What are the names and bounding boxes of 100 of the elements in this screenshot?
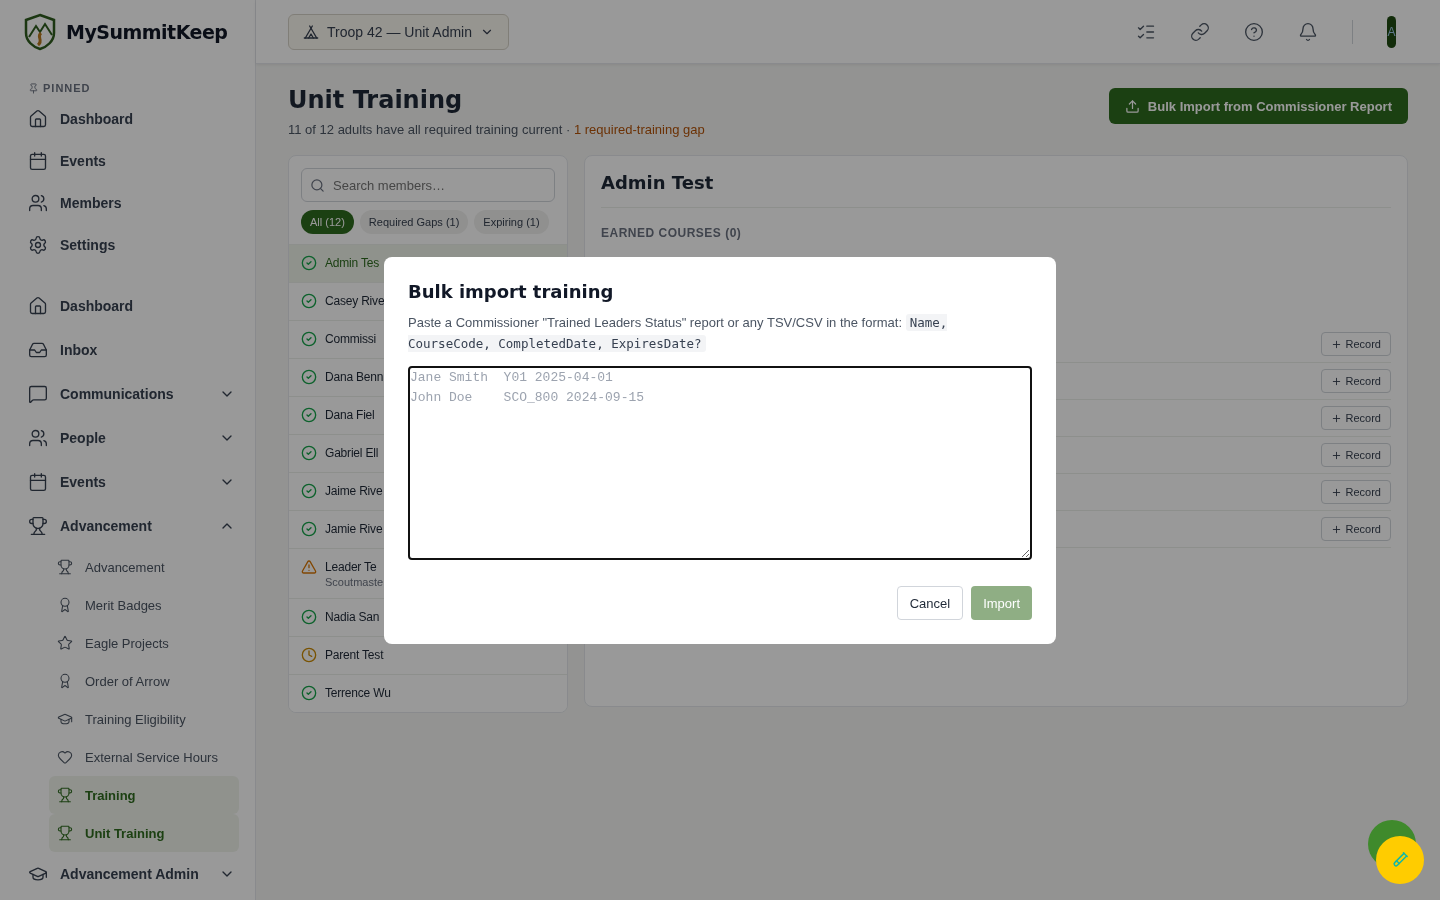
nav-item[interactable]: People (24, 416, 239, 460)
people-icon (28, 428, 48, 448)
trophy-icon (28, 516, 48, 536)
nav-subitem[interactable]: Training (49, 776, 239, 814)
people-icon (28, 193, 48, 213)
plus-icon (1330, 486, 1342, 498)
member-role: Scoutmaste (325, 576, 384, 588)
section-label: PINNED (43, 82, 91, 94)
check-circle-icon (301, 407, 317, 423)
nav-item[interactable]: Dashboard (24, 98, 239, 140)
record-button[interactable]: Record (1320, 480, 1391, 504)
member-name: Commissi (325, 331, 377, 348)
check-circle-icon (301, 685, 317, 701)
member-name: Nadia San (325, 609, 380, 626)
dialog-title: Bulk import training (408, 281, 615, 302)
bell-icon (1298, 21, 1318, 42)
gap-note: 1 required-training gap (573, 122, 705, 137)
nav-subitem[interactable]: Training Eligibility (49, 700, 239, 738)
member-name: Admin Tes (325, 255, 379, 272)
unit-selector[interactable]: Troop 42 — Unit Admin (288, 13, 509, 50)
bulk-import-button[interactable]: Bulk Import from Commissioner Report (1108, 88, 1408, 124)
nav-subitem[interactable]: Advancement (49, 548, 239, 586)
warning-icon (301, 559, 317, 575)
brand-name: MySummitKeep (66, 21, 228, 43)
plus-icon (1330, 449, 1342, 461)
nav-item[interactable]: Events (24, 460, 239, 504)
member-name: Dana Benn (325, 369, 384, 386)
nav-subitem[interactable]: Order of Arrow (49, 662, 239, 700)
member-name: Leader Te (325, 559, 378, 576)
link-button[interactable] (1190, 21, 1210, 42)
house-icon (28, 296, 48, 316)
section-heading: EARNED COURSES (0) (601, 226, 743, 240)
nav-item[interactable]: Settings (24, 224, 239, 266)
nav-item[interactable]: Inbox (24, 328, 239, 372)
member-title: Admin Test (601, 172, 1391, 208)
floating-button[interactable] (1368, 820, 1424, 884)
check-circle-icon (301, 483, 317, 499)
member-name: Jamie Rive (325, 521, 383, 538)
upload-icon (1124, 98, 1140, 114)
filter-chip[interactable]: All (12) (301, 210, 354, 234)
calendar-icon (28, 472, 48, 492)
help-button[interactable] (1244, 21, 1264, 42)
filter-chip[interactable]: Required Gaps (1) (359, 210, 469, 234)
check-circle-icon (301, 331, 317, 347)
plus-icon (1330, 412, 1342, 424)
nav-item[interactable]: Advancement (24, 504, 239, 548)
check-circle-icon (301, 521, 317, 537)
clock-icon (301, 647, 317, 663)
filter-chip[interactable]: Expiring (1) (474, 210, 549, 234)
graduation-cap-icon (57, 711, 73, 727)
member-name: Terrence Wu (325, 685, 391, 702)
nav-subitem[interactable]: Unit Training (49, 814, 239, 852)
plus-icon (1330, 375, 1342, 387)
page-title: Unit Training (288, 86, 464, 114)
bell-button[interactable] (1298, 21, 1318, 42)
link-icon (1190, 21, 1210, 42)
nav-item[interactable]: Dashboard (24, 284, 239, 328)
tent-icon (303, 23, 319, 40)
nav-subitem[interactable]: Eagle Projects (49, 624, 239, 662)
member-row[interactable]: Terrence Wu (289, 674, 567, 712)
record-button[interactable]: Record (1320, 517, 1391, 541)
pin-icon (28, 82, 39, 94)
record-button[interactable]: Record (1320, 332, 1391, 356)
star-icon (57, 635, 73, 651)
plus-icon (1330, 523, 1342, 535)
cancel-button[interactable]: Cancel (896, 586, 964, 620)
nav-item[interactable]: Communications (24, 372, 239, 416)
member-name: Dana Fiel (325, 407, 375, 424)
settings-icon (28, 235, 48, 255)
check-circle-icon (301, 293, 317, 309)
member-name: Gabriel Ell (325, 445, 379, 462)
dialog-description: Paste a Commissioner "Trained Leaders Status" report or any TSV/CSV in the format: (408, 315, 903, 330)
ribbon-icon (57, 673, 73, 689)
nav-subitem[interactable]: Merit Badges (49, 586, 239, 624)
check-circle-icon (301, 609, 317, 625)
record-button[interactable]: Record (1320, 406, 1391, 430)
trophy-icon (57, 787, 73, 803)
nav-item[interactable]: Advancement Admin (24, 852, 239, 896)
trophy-icon (57, 825, 73, 841)
house-icon (28, 109, 48, 129)
input-field[interactable]: Jane Smith Y01 2025-04-01 John Doe SCO_800 2024-09-15 (408, 366, 1032, 560)
chat-icon (28, 384, 48, 404)
member-name: Parent Test (325, 647, 384, 664)
nav-subitem[interactable]: External Service Hours (49, 738, 239, 776)
nav-item[interactable]: Members (24, 182, 239, 224)
logo-icon (24, 13, 56, 51)
trophy-icon (57, 559, 73, 575)
search-icon (310, 178, 325, 193)
check-circle-icon (301, 255, 317, 271)
member-name: Jaime Rive (325, 483, 383, 500)
training-summary: 11 of 12 adults have all required training current · (288, 122, 572, 137)
record-button[interactable]: Record (1320, 443, 1391, 467)
inbox-icon (28, 340, 48, 360)
avatar[interactable]: A (1387, 15, 1396, 48)
record-button[interactable]: Record (1320, 369, 1391, 393)
nav-item[interactable]: Events (24, 140, 239, 182)
check-circle-icon (301, 445, 317, 461)
search-field[interactable]: Search members… (301, 168, 555, 202)
help-icon (1244, 21, 1264, 42)
heart-icon (57, 749, 73, 765)
